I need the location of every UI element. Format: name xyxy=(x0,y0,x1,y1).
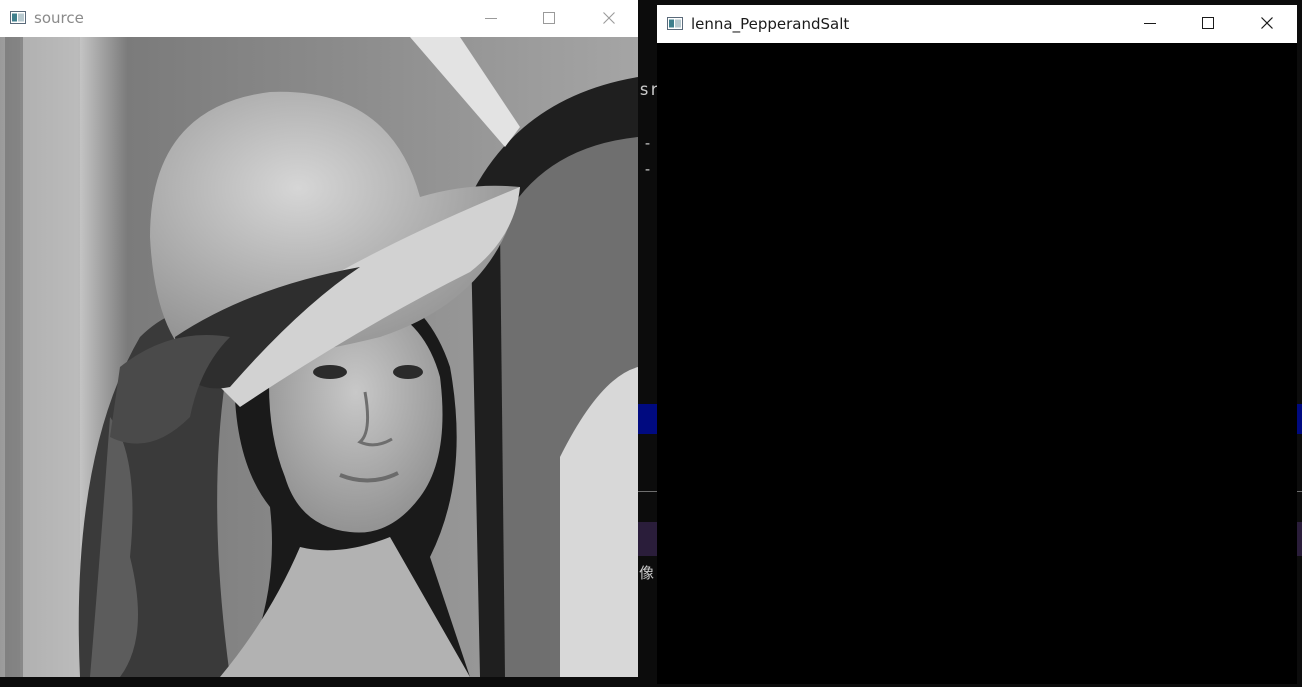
noisy-portrait-image xyxy=(657,43,1297,684)
maximize-icon xyxy=(543,12,555,24)
opencv-window-icon xyxy=(667,17,683,30)
close-button[interactable] xyxy=(1238,5,1296,41)
maximize-button[interactable] xyxy=(520,0,578,36)
image-canvas xyxy=(0,37,638,677)
minimize-icon xyxy=(1144,23,1156,24)
minimize-button[interactable] xyxy=(1121,5,1179,41)
pepper-salt-window[interactable]: lenna_PepperandSalt xyxy=(657,5,1297,684)
maximize-icon xyxy=(1202,17,1214,29)
close-button[interactable] xyxy=(580,0,638,36)
portrait-image xyxy=(0,37,638,677)
maximize-button[interactable] xyxy=(1179,5,1237,41)
source-window[interactable]: source xyxy=(0,0,638,677)
console-text-fragment: - xyxy=(643,160,653,178)
window-titlebar[interactable]: source xyxy=(0,0,638,36)
minimize-icon xyxy=(485,18,497,19)
close-icon xyxy=(603,12,615,24)
image-canvas xyxy=(657,43,1297,684)
window-title: source xyxy=(34,9,84,27)
window-titlebar[interactable]: lenna_PepperandSalt xyxy=(657,5,1297,43)
minimize-button[interactable] xyxy=(462,0,520,36)
opencv-window-icon xyxy=(10,11,26,24)
window-title: lenna_PepperandSalt xyxy=(691,15,850,33)
console-text-fragment: - xyxy=(643,134,653,152)
close-icon xyxy=(1261,17,1273,29)
